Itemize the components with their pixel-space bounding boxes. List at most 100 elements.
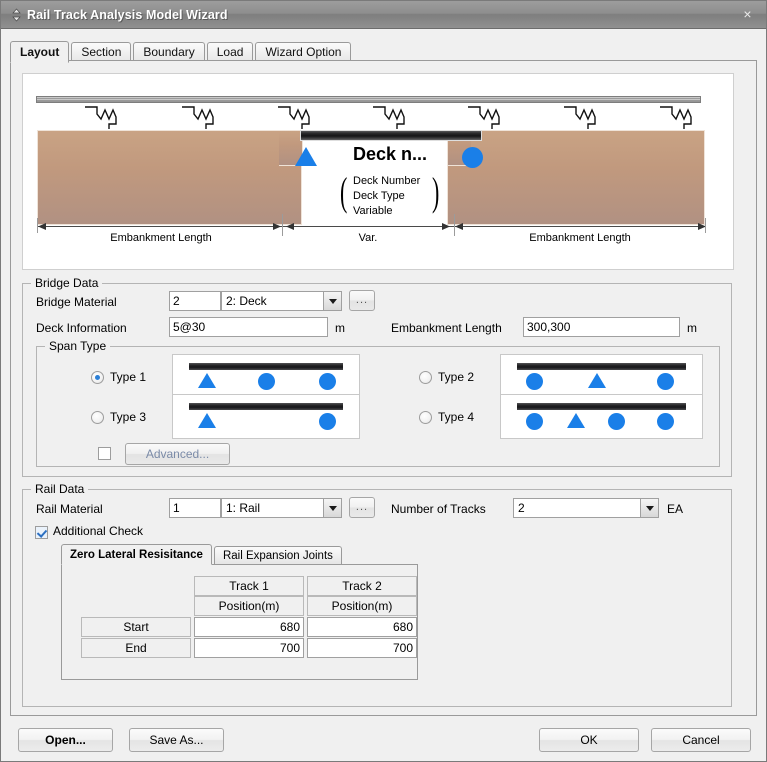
grid-row-label-start: Start [81,617,191,637]
dialog-window: Rail Track Analysis Model Wizard × Layou… [0,0,767,762]
chevron-down-icon[interactable] [640,499,658,517]
deck-information-label: Deck Information [36,321,127,335]
embankment-length-unit: m [687,321,697,335]
grid-subheader-track-2-position: Position(m) [307,596,417,616]
bridge-material-browse-button[interactable]: ... [349,290,375,311]
grid-subheader-track-1-position: Position(m) [194,596,304,616]
grid-cell-end-track-1[interactable] [194,638,304,658]
embankment-right [447,130,705,225]
additional-check-label: Additional Check [53,524,144,538]
dim-tick [705,218,706,233]
deck-information-input[interactable] [169,317,328,337]
radio-type-3[interactable] [91,411,104,424]
bridge-data-group-title: Bridge Data [31,276,103,290]
span-preview-type-1 [172,354,360,399]
support-circle [319,413,336,430]
rail-material-label: Rail Material [36,502,103,516]
rail-data-group: Rail Data Rail Material 1: Rail ... Numb… [22,482,732,707]
footer-bar: Open... Save As... OK Cancel [1,713,766,761]
tab-load[interactable]: Load [206,42,254,62]
embankment-length-label: Embankment Length [391,321,502,335]
save-as-button[interactable]: Save As... [129,728,224,752]
label-type-4: Type 4 [438,410,475,424]
ok-button[interactable]: OK [539,728,639,752]
radio-type-2[interactable] [419,371,432,384]
support-circle [526,413,543,430]
tab-layout[interactable]: Layout [10,41,70,63]
bridge-material-combo-value: 2: Deck [226,294,267,308]
deck-sub-line-3: Variable [353,205,393,217]
bridge-material-id-input[interactable] [169,291,221,311]
label-type-3: Type 3 [110,410,147,424]
open-button[interactable]: Open... [18,728,113,752]
window-title: Rail Track Analysis Model Wizard [27,7,228,22]
support-triangle [567,413,585,428]
bridge-material-label: Bridge Material [36,295,117,309]
support-circle [258,373,275,390]
cancel-button[interactable]: Cancel [651,728,751,752]
spring-icon [658,105,696,131]
number-of-tracks-unit: EA [667,502,684,516]
embankment-length-input[interactable] [523,317,680,337]
deck-girder [300,130,482,141]
span-type-group-title: Span Type [45,339,111,353]
rail-material-browse-button[interactable]: ... [349,497,375,518]
tab-section[interactable]: Section [71,42,132,62]
spring-icon [180,105,218,131]
grid-cell-start-track-2[interactable] [307,617,417,637]
radio-type-4[interactable] [419,411,432,424]
grid-cell-end-track-2[interactable] [307,638,417,658]
chevron-down-icon[interactable] [323,292,341,310]
chevron-down-icon[interactable] [323,499,341,517]
support-triangle [295,147,317,166]
spring-icon [276,105,314,131]
number-of-tracks-label: Number of Tracks [391,502,486,516]
bridge-material-combo[interactable]: 2: Deck [221,291,342,311]
brace-right: ) [431,169,440,214]
inner-tab-rail-expansion-joints[interactable]: Rail Expansion Joints [213,546,342,565]
spring-icon [371,105,409,131]
deck-subtitle-group: Deck Number Deck Type Variable [353,174,420,219]
span-deck-bar [517,403,686,410]
title-bar: Rail Track Analysis Model Wizard × [1,1,766,29]
dim-tick [37,218,38,233]
rail-material-combo[interactable]: 1: Rail [221,498,342,518]
bridge-diagram: Deck n... ( ) Deck Number Deck Type Vari… [23,74,733,269]
bridge-data-group: Bridge Data Bridge Material 2: Deck ... … [22,276,732,477]
number-of-tracks-combo[interactable]: 2 [513,498,659,518]
grid-cell-start-track-1[interactable] [194,617,304,637]
span-preview-type-3 [172,394,360,439]
deck-title-label: Deck n... [353,144,428,164]
rail-material-id-input[interactable] [169,498,221,518]
span-preview-type-4 [500,394,703,439]
label-type-1: Type 1 [110,370,147,384]
spring-icon [83,105,121,131]
support-circle [657,413,674,430]
span-preview-type-2 [500,354,703,399]
updown-arrow-icon[interactable] [8,7,24,23]
inner-tab-zero-lateral-resistance[interactable]: Zero Lateral Resisitance [61,544,212,565]
rail-line [36,96,701,103]
support-triangle [198,413,216,428]
radio-type-1[interactable] [91,371,104,384]
close-icon[interactable]: × [739,6,756,23]
support-circle [526,373,543,390]
tab-boundary[interactable]: Boundary [133,42,205,62]
support-circle [608,413,625,430]
label-type-2: Type 2 [438,370,475,384]
updown-arrow-glyph [11,7,21,22]
advanced-button[interactable]: Advanced... [125,443,230,465]
additional-check-checkbox[interactable] [35,526,48,539]
grid-header-track-1: Track 1 [194,576,304,596]
support-circle [657,373,674,390]
spring-icon [466,105,504,131]
deck-information-unit: m [335,321,345,335]
dimension-label-left: Embankment Length [110,232,212,244]
advanced-checkbox[interactable] [98,447,111,460]
spring-icon [562,105,600,131]
tab-wizard-option[interactable]: Wizard Option [255,42,352,62]
tab-bar: Layout Section Boundary Load Wizard Opti… [10,39,766,63]
embankment-left [37,130,302,225]
rail-material-combo-value: 1: Rail [226,501,261,515]
span-type-group: Span Type Type 1 Type 2 Type 3 Type 4 Ad… [36,339,720,467]
